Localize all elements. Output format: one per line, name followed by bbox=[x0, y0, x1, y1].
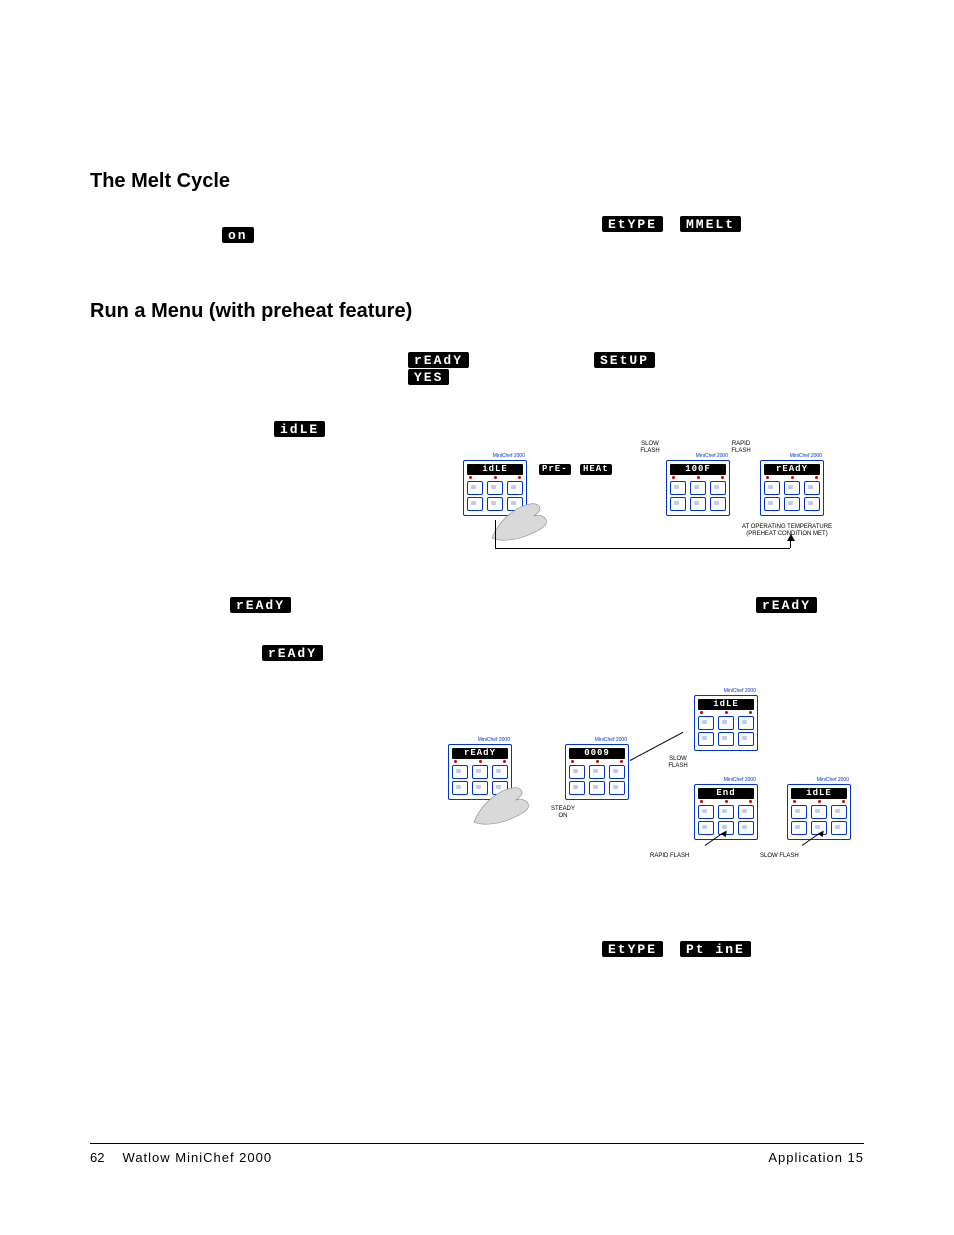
unit-btn[interactable] bbox=[452, 781, 468, 795]
unit-btn[interactable] bbox=[492, 765, 508, 779]
unit-display: 0009 bbox=[569, 748, 625, 759]
unit-btn[interactable] bbox=[609, 781, 625, 795]
unit-btn[interactable] bbox=[698, 716, 714, 730]
seg-ready-3: rEAdY bbox=[756, 597, 817, 613]
unit-btn[interactable] bbox=[718, 716, 734, 730]
unit-btn[interactable] bbox=[738, 805, 754, 819]
unit-btn[interactable] bbox=[791, 805, 807, 819]
unit-btn[interactable] bbox=[831, 805, 847, 819]
seg-pre: PrE- bbox=[539, 464, 571, 475]
seg-yes: YES bbox=[408, 369, 449, 385]
seg-ready-1: rEAdY bbox=[408, 352, 469, 368]
unit-btn[interactable] bbox=[831, 821, 847, 835]
label-rapid-flash-2: RAPID FLASH bbox=[650, 853, 689, 860]
unit-btn[interactable] bbox=[764, 481, 780, 495]
unit-model: MiniChef 2000 bbox=[463, 453, 525, 459]
connector-line bbox=[495, 548, 790, 549]
footer-section: Application 15 bbox=[768, 1150, 864, 1165]
heading-run: Run a Menu (with preheat feature) bbox=[90, 300, 412, 323]
unit-btn[interactable] bbox=[472, 765, 488, 779]
arrowhead-icon bbox=[787, 534, 795, 541]
seg-heat: HEAt bbox=[580, 464, 612, 475]
unit-btn[interactable] bbox=[589, 765, 605, 779]
unit-btn[interactable] bbox=[710, 497, 726, 511]
unit-btn[interactable] bbox=[569, 765, 585, 779]
unit-ready-1: MiniChef 2000 rEAdY bbox=[760, 453, 824, 516]
footer-title: Watlow MiniChef 2000 bbox=[123, 1150, 273, 1165]
label-slow-flash-1: SLOW FLASH bbox=[630, 441, 670, 454]
unit-btn[interactable] bbox=[467, 497, 483, 511]
unit-btn[interactable] bbox=[804, 481, 820, 495]
label-slow-flash-2: SLOW FLASH bbox=[660, 756, 696, 769]
unit-display: idLE bbox=[467, 464, 523, 475]
unit-btn[interactable] bbox=[690, 497, 706, 511]
unit-display: 100F bbox=[670, 464, 726, 475]
unit-model: MiniChef 2000 bbox=[666, 453, 728, 459]
seg-ready-2: rEAdY bbox=[230, 597, 291, 613]
seg-idle-1: idLE bbox=[274, 421, 325, 437]
unit-100f: MiniChef 2000 100F bbox=[666, 453, 730, 516]
unit-btn[interactable] bbox=[670, 481, 686, 495]
unit-0009: MiniChef 2000 0009 bbox=[565, 737, 629, 800]
unit-btn[interactable] bbox=[698, 732, 714, 746]
unit-display: idLE bbox=[791, 788, 847, 799]
unit-idle-2: MiniChef 2000 idLE bbox=[694, 688, 758, 751]
hand-icon bbox=[472, 782, 542, 828]
seg-mmelt: MMELt bbox=[680, 216, 741, 232]
unit-btn[interactable] bbox=[698, 821, 714, 835]
seg-ptime: Pt inE bbox=[680, 941, 751, 957]
seg-setup: SEtUP bbox=[594, 352, 655, 368]
unit-display: rEAdY bbox=[452, 748, 508, 759]
footer-page-number: 62 bbox=[90, 1150, 104, 1165]
label-slow-flash-3: SLOW FLASH bbox=[760, 853, 799, 860]
unit-btn[interactable] bbox=[698, 805, 714, 819]
unit-btn[interactable] bbox=[710, 481, 726, 495]
page-footer: 62 Watlow MiniChef 2000 Application 15 bbox=[90, 1143, 864, 1165]
unit-btn[interactable] bbox=[738, 732, 754, 746]
unit-btn[interactable] bbox=[609, 765, 625, 779]
unit-btn[interactable] bbox=[804, 497, 820, 511]
unit-display: idLE bbox=[698, 699, 754, 710]
unit-btn[interactable] bbox=[452, 765, 468, 779]
unit-btn[interactable] bbox=[718, 732, 734, 746]
connector-line bbox=[495, 520, 496, 548]
unit-btn[interactable] bbox=[467, 481, 483, 495]
unit-model: MiniChef 2000 bbox=[787, 777, 849, 783]
unit-btn[interactable] bbox=[791, 821, 807, 835]
unit-btn[interactable] bbox=[569, 781, 585, 795]
unit-btn[interactable] bbox=[784, 497, 800, 511]
unit-btn[interactable] bbox=[811, 805, 827, 819]
unit-model: MiniChef 2000 bbox=[694, 688, 756, 694]
label-steady-on: STEADY ON bbox=[543, 806, 583, 819]
unit-btn[interactable] bbox=[487, 481, 503, 495]
unit-btn[interactable] bbox=[738, 821, 754, 835]
unit-btn[interactable] bbox=[718, 805, 734, 819]
unit-model: MiniChef 2000 bbox=[760, 453, 822, 459]
seg-on: on bbox=[222, 227, 254, 243]
heading-melt: The Melt Cycle bbox=[90, 170, 230, 193]
unit-model: MiniChef 2000 bbox=[448, 737, 510, 743]
seg-ready-4: rEAdY bbox=[262, 645, 323, 661]
unit-btn[interactable] bbox=[690, 481, 706, 495]
seg-etype-2: EtYPE bbox=[602, 941, 663, 957]
unit-btn[interactable] bbox=[764, 497, 780, 511]
unit-model: MiniChef 2000 bbox=[565, 737, 627, 743]
connector-line bbox=[790, 540, 791, 548]
unit-btn[interactable] bbox=[507, 481, 523, 495]
hand-icon bbox=[490, 498, 560, 544]
seg-etype-1: EtYPE bbox=[602, 216, 663, 232]
unit-display: End bbox=[698, 788, 754, 799]
unit-btn[interactable] bbox=[784, 481, 800, 495]
unit-btn[interactable] bbox=[589, 781, 605, 795]
unit-display: rEAdY bbox=[764, 464, 820, 475]
unit-btn[interactable] bbox=[738, 716, 754, 730]
unit-model: MiniChef 2000 bbox=[694, 777, 756, 783]
unit-btn[interactable] bbox=[670, 497, 686, 511]
